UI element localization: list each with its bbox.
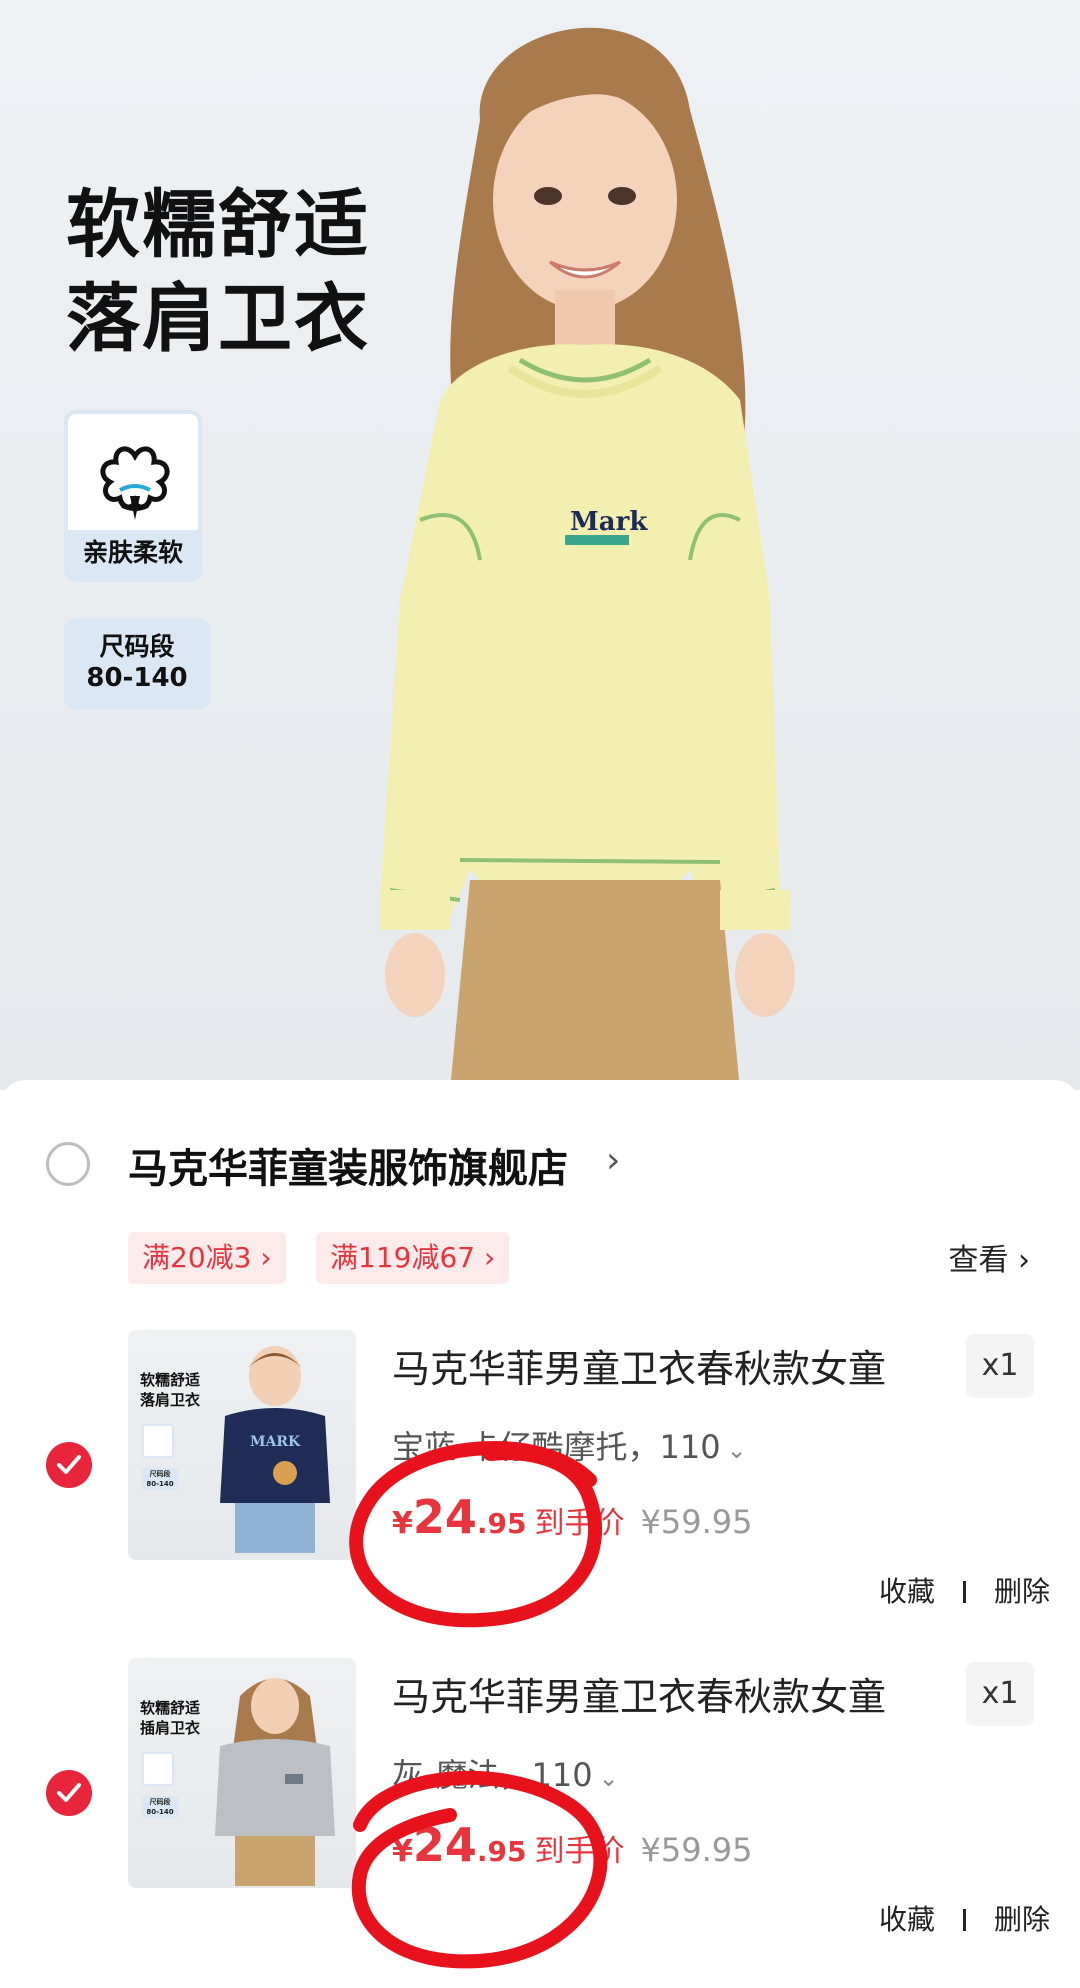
boy-figure: MARK: [220, 1346, 330, 1553]
model-photo: Mark: [380, 27, 795, 1090]
store-name[interactable]: 马克华菲童装服饰旗舰店: [128, 1136, 568, 1194]
final-price-label: 到手价: [534, 1506, 625, 1541]
price-currency: ¥: [392, 1506, 413, 1541]
product-thumbnail[interactable]: 软糯舒适 落肩卫衣 尺码段 80-140 MARK: [128, 1330, 356, 1560]
final-price-label: 到手价: [534, 1834, 625, 1869]
chevron-down-icon: ⌄: [598, 1764, 619, 1792]
item-title[interactable]: 马克华菲男童卫衣春秋款女童: [392, 1666, 952, 1721]
variant-selector[interactable]: 灰-魔法，110 ⌄: [392, 1750, 619, 1796]
delete-button[interactable]: 删除: [994, 1575, 1050, 1608]
cotton-badge: 亲肤柔软: [64, 410, 202, 582]
item-check-icon[interactable]: [46, 1770, 92, 1816]
price-currency: ¥: [392, 1834, 413, 1869]
price-decimal: .95: [476, 1507, 527, 1540]
price-integer: 24: [412, 1818, 477, 1872]
size-badge-range: 80-140: [86, 663, 188, 693]
variant-text: 灰-魔法，110: [392, 1756, 593, 1794]
favorite-button[interactable]: 收藏: [879, 1575, 935, 1608]
cotton-icon: [142, 1752, 174, 1786]
thumb-size: 尺码段 80-140: [142, 1468, 178, 1490]
delete-button[interactable]: 删除: [994, 1903, 1050, 1936]
item-check-icon[interactable]: [46, 1442, 92, 1488]
cotton-icon: [142, 1424, 174, 1458]
divider: [962, 1909, 966, 1931]
store-select-radio[interactable]: [46, 1142, 90, 1186]
chevron-right-icon[interactable]: ›: [606, 1140, 620, 1181]
favorite-button[interactable]: 收藏: [879, 1903, 935, 1936]
size-range-badge: 尺码段 80-140: [64, 618, 210, 710]
cotton-icon: [100, 446, 170, 520]
thumb-size: 尺码段 80-140: [142, 1796, 178, 1818]
thumb-logo-text: MARK: [250, 1434, 301, 1450]
quantity-badge[interactable]: x1: [966, 1334, 1034, 1398]
product-thumbnail[interactable]: 软糯舒适 插肩卫衣 尺码段 80-140: [128, 1658, 356, 1888]
store-header[interactable]: 马克华菲童装服饰旗舰店 ›: [0, 1080, 1080, 1230]
promo-chip[interactable]: 满119减67 ›: [316, 1232, 510, 1284]
cart-item: 软糯舒适 插肩卫衣 尺码段 80-140 马克华菲男童卫衣春秋款女童 x1 灰-…: [0, 1658, 1080, 1988]
chest-logo-text: Mark: [570, 507, 648, 537]
price-row: ¥24.95 到手价 ¥59.95: [392, 1490, 752, 1550]
price-integer: 24: [412, 1490, 477, 1544]
view-promos-link[interactable]: 查看 ›: [948, 1235, 1030, 1279]
variant-text: 宝蓝-卡仔酷摩托，110: [392, 1428, 721, 1466]
cart-sheet: 马克华菲童装服饰旗舰店 › 满20减3 › 满119减67 › 查看 › 软糯舒…: [0, 1080, 1080, 1976]
chevron-down-icon: ⌄: [726, 1436, 747, 1464]
product-hero-banner: 软糯舒适 落肩卫衣 亲肤柔软 尺码段 80-140 Mark: [0, 0, 1080, 1090]
hero-title-line2: 落肩卫衣: [66, 276, 370, 362]
girl-figure: [215, 1678, 335, 1886]
item-actions: 收藏 删除: [879, 1570, 1050, 1610]
hero-title: 软糯舒适 落肩卫衣: [66, 178, 370, 366]
original-price: ¥59.95: [640, 1831, 753, 1869]
cart-item: 软糯舒适 落肩卫衣 尺码段 80-140 MARK 马克华菲男童卫衣春秋款女童 …: [0, 1330, 1080, 1660]
original-price: ¥59.95: [640, 1503, 753, 1541]
promo-chip[interactable]: 满20减3 ›: [128, 1232, 286, 1284]
variant-selector[interactable]: 宝蓝-卡仔酷摩托，110 ⌄: [392, 1422, 747, 1468]
price-decimal: .95: [476, 1835, 527, 1868]
item-title[interactable]: 马克华菲男童卫衣春秋款女童: [392, 1338, 952, 1393]
price-row: ¥24.95 到手价 ¥59.95: [392, 1818, 752, 1878]
item-actions: 收藏 删除: [879, 1898, 1050, 1938]
size-badge-label: 尺码段: [99, 632, 175, 661]
quantity-badge[interactable]: x1: [966, 1662, 1034, 1726]
divider: [962, 1581, 966, 1603]
hero-title-line1: 软糯舒适: [66, 182, 370, 268]
cotton-badge-label: 亲肤柔软: [68, 530, 198, 578]
